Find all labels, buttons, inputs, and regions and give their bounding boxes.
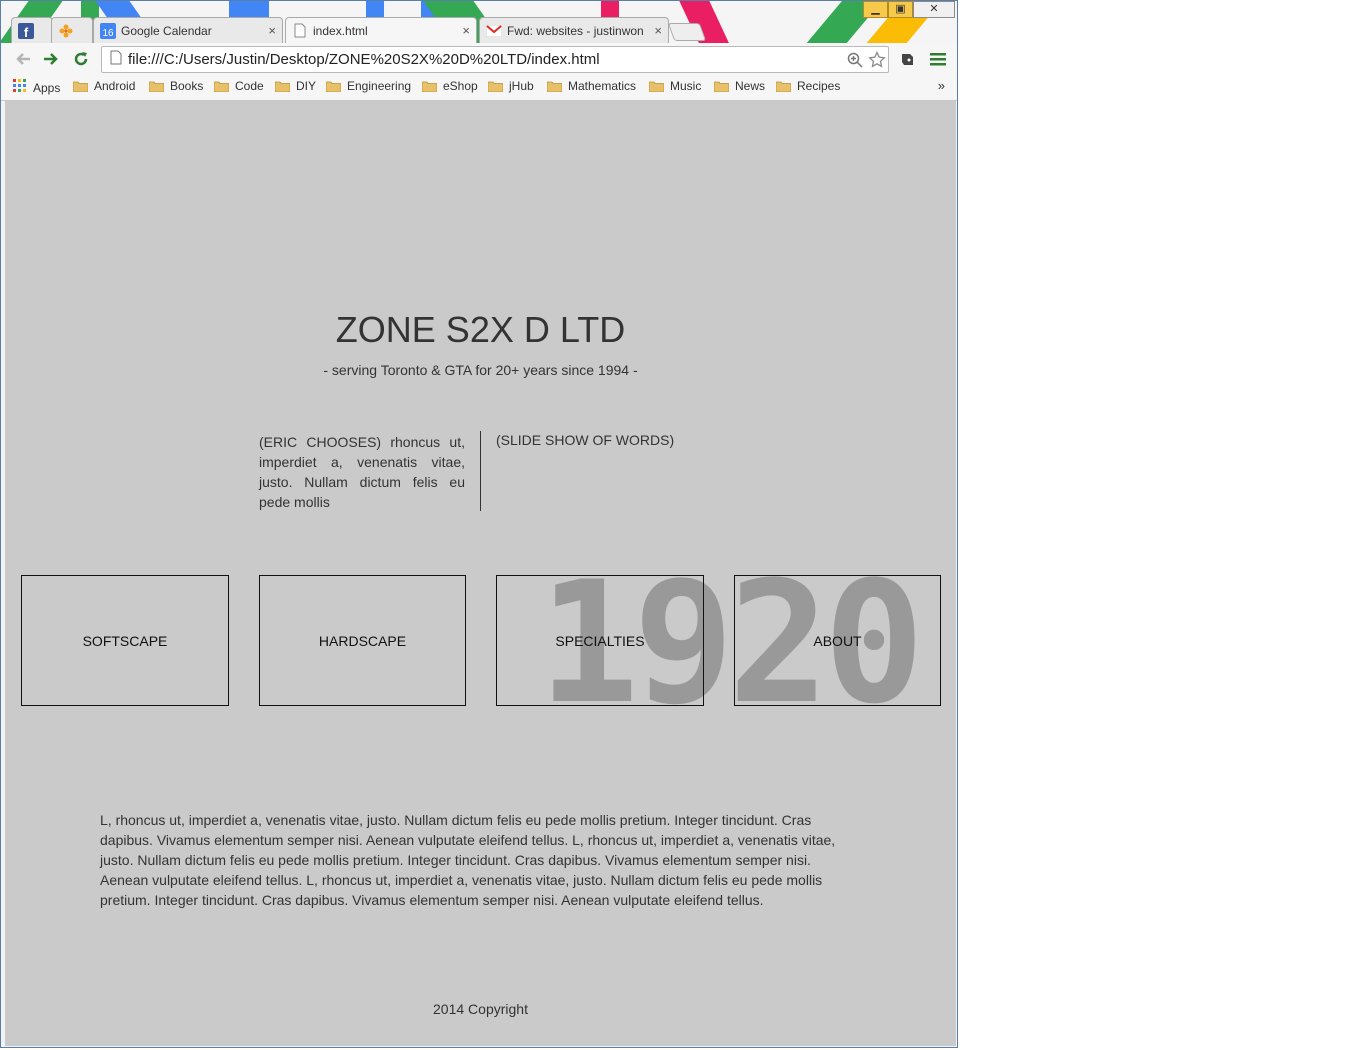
bookmark-label: jHub: [509, 79, 534, 93]
bookmark-label: Code: [235, 79, 264, 93]
bookmark-label: Engineering: [347, 79, 412, 93]
pinwheel-icon: [58, 23, 74, 39]
bookmark-mathematics[interactable]: Mathematics: [546, 79, 637, 93]
new-tab-button[interactable]: [667, 23, 707, 41]
bookmark-label: News: [735, 79, 766, 93]
tab-index-html[interactable]: index.html ×: [285, 17, 477, 43]
site-title: ZONE S2X D LTD: [335, 309, 626, 350]
document-icon: [292, 23, 308, 39]
close-tab-icon[interactable]: ×: [654, 23, 662, 38]
bookmarks-bar: Apps Android Books Code DIY Engineering …: [1, 75, 957, 101]
close-tab-icon[interactable]: ×: [268, 23, 276, 38]
bookmark-music[interactable]: Music: [648, 79, 702, 93]
nav-box-label: SPECIALTIES: [555, 632, 645, 649]
tab-google-calendar[interactable]: 16 Google Calendar ×: [93, 17, 283, 43]
folder-icon: [148, 80, 165, 93]
tab-title: Fwd: websites - justinwon: [507, 23, 644, 38]
bookmark-label: Books: [170, 79, 204, 93]
page-info-icon[interactable]: [110, 50, 122, 69]
address-bar[interactable]: file:///C:/Users/Justin/Desktop/ZONE%20S…: [101, 46, 889, 73]
bookmark-recipes[interactable]: Recipes: [775, 79, 841, 93]
bookmark-android[interactable]: Android: [72, 79, 136, 93]
calendar-icon: 16: [100, 22, 116, 39]
bookmark-label: Android: [94, 79, 136, 93]
nav-box-label: SOFTSCAPE: [82, 632, 168, 649]
folder-icon: [775, 80, 792, 93]
folder-icon: [421, 80, 438, 93]
facebook-icon: f: [18, 22, 34, 39]
zoom-icon[interactable]: [844, 49, 866, 71]
reload-icon[interactable]: [71, 49, 91, 69]
toolbar: file:///C:/Users/Justin/Desktop/ZONE%20S…: [1, 43, 957, 75]
footer-copyright: 2014 Copyright: [433, 1001, 528, 1017]
bookmark-label: DIY: [296, 79, 317, 93]
close-tab-icon[interactable]: ×: [462, 23, 470, 38]
bookmark-label: Recipes: [797, 79, 841, 93]
body-paragraph: L, rhoncus ut, imperdiet a, venenatis vi…: [100, 812, 836, 908]
bookmark-label: Mathematics: [568, 79, 637, 93]
folder-icon: [72, 80, 89, 93]
menu-icon[interactable]: [928, 49, 948, 69]
tab-title: index.html: [313, 23, 368, 38]
intro-divider: [480, 431, 481, 511]
svg-text:16: 16: [102, 28, 114, 39]
folder-icon: [648, 80, 665, 93]
tab-gmail[interactable]: Fwd: websites - justinwon ×: [479, 17, 669, 43]
folder-icon: [325, 80, 342, 93]
tab-pinned-app[interactable]: [51, 17, 93, 43]
bookmark-diy[interactable]: DIY: [274, 79, 317, 93]
nav-box-softscape[interactable]: SOFTSCAPE: [21, 575, 229, 706]
bookmark-news[interactable]: News: [713, 79, 766, 93]
folder-icon: [487, 80, 504, 93]
bookmark-eshop[interactable]: eShop: [421, 79, 478, 93]
bookmark-label: eShop: [443, 79, 478, 93]
folder-icon: [274, 80, 291, 93]
page-viewport: ZONE S2X D LTD - serving Toronto & GTA f…: [5, 101, 956, 1046]
more-bookmarks-button[interactable]: »: [938, 78, 945, 93]
nav-box-hardscape[interactable]: HARDSCAPE: [259, 575, 466, 706]
browser-window: ▁ ▣ ✕ f 16 Google Calendar × index.html: [0, 0, 958, 1048]
slideshow-placeholder: (SLIDE SHOW OF WORDS): [496, 432, 675, 448]
nav-box-label: ABOUT: [813, 632, 862, 649]
forward-icon[interactable]: [41, 49, 61, 69]
back-icon[interactable]: [13, 49, 33, 69]
folder-icon: [213, 80, 230, 93]
nav-box-about[interactable]: ABOUT: [734, 575, 941, 706]
nav-box-label: HARDSCAPE: [318, 632, 407, 649]
gmail-icon: [486, 23, 502, 39]
svg-text:f: f: [24, 25, 29, 39]
bookmark-books[interactable]: Books: [148, 79, 204, 93]
bookmark-code[interactable]: Code: [213, 79, 264, 93]
folder-icon: [546, 80, 563, 93]
site-tagline: - serving Toronto & GTA for 20+ years si…: [323, 362, 638, 378]
url-text: file:///C:/Users/Justin/Desktop/ZONE%20S…: [128, 51, 600, 68]
bookmark-jhub[interactable]: jHub: [487, 79, 534, 93]
tab-title: Google Calendar: [121, 23, 212, 38]
bookmark-label: Apps: [33, 80, 61, 95]
apps-grid-icon: [13, 79, 27, 96]
intro-text: (ERIC CHOOSES) rhoncus ut, imperdiet a, …: [259, 434, 465, 510]
bookmark-label: Music: [670, 79, 702, 93]
bookmark-engineering[interactable]: Engineering: [325, 79, 412, 93]
evernote-icon[interactable]: [897, 49, 917, 69]
tab-facebook[interactable]: f: [11, 17, 53, 43]
tab-strip: f 16 Google Calendar × index.html × Fwd:…: [1, 15, 957, 43]
bookmark-apps[interactable]: Apps: [13, 79, 60, 96]
bookmark-star-icon[interactable]: [866, 49, 888, 71]
nav-box-specialties[interactable]: SPECIALTIES: [496, 575, 704, 706]
folder-icon: [713, 80, 730, 93]
